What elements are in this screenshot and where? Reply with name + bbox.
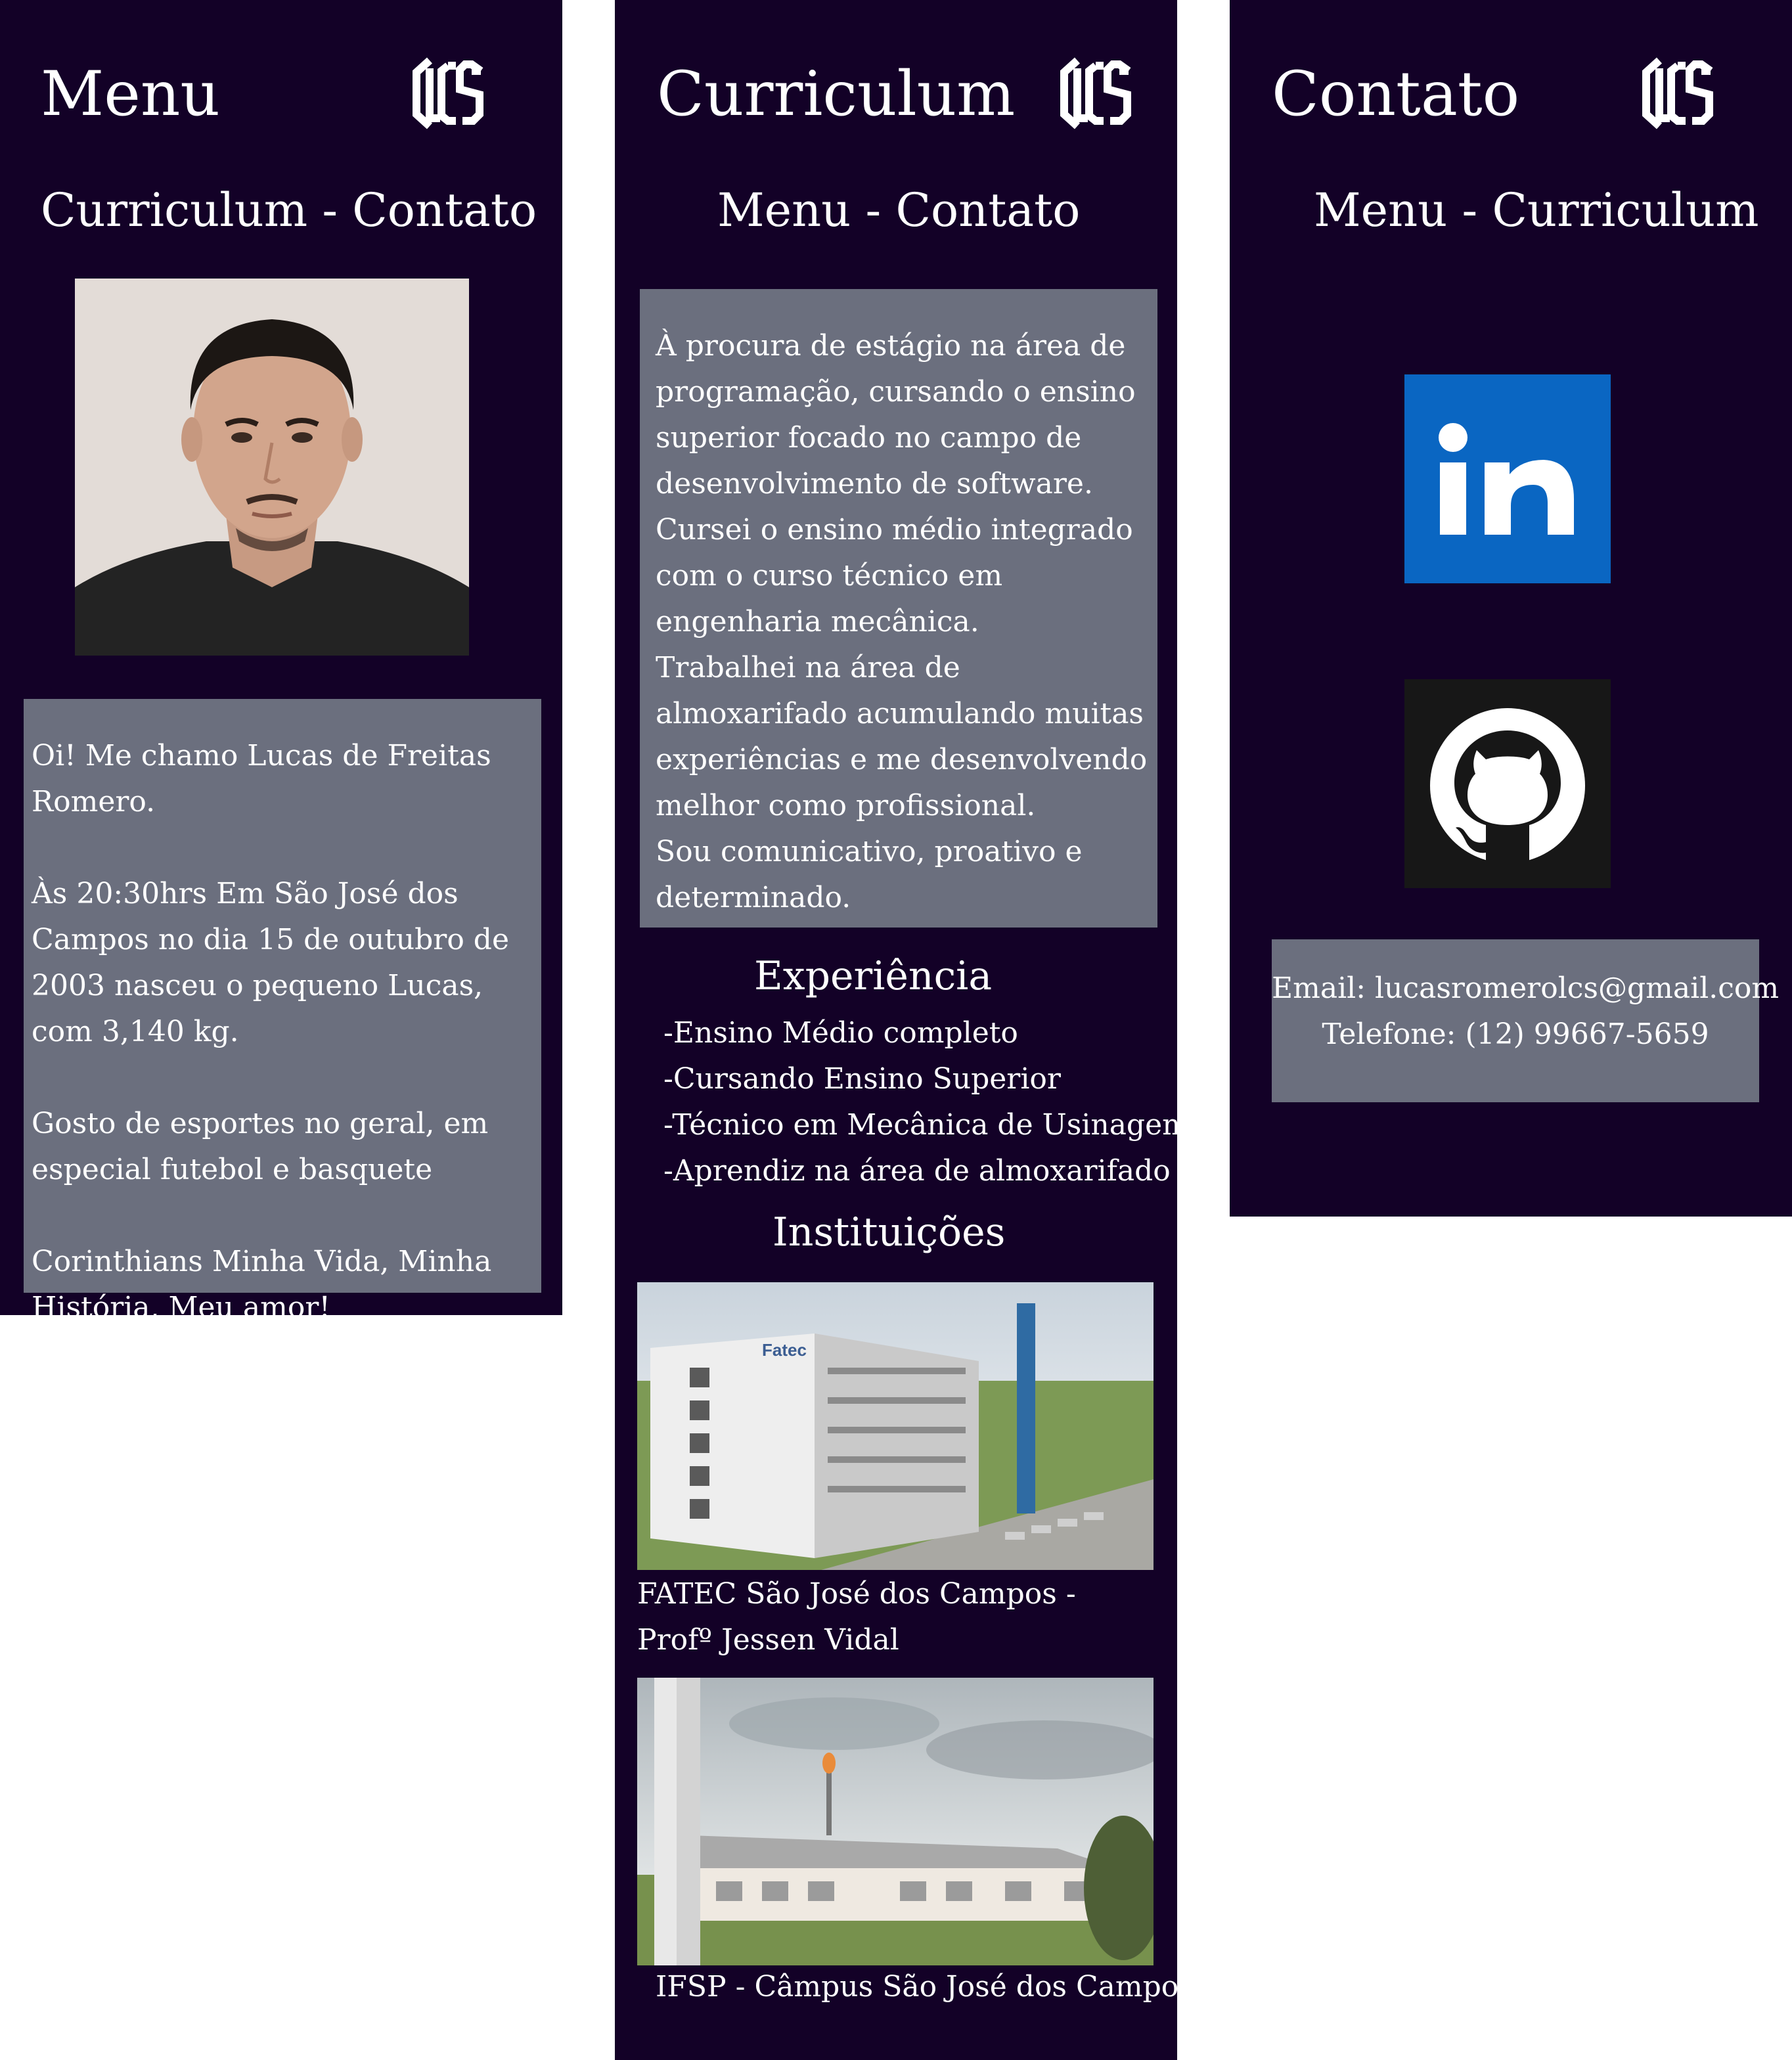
- institution-caption: IFSP - Câmpus São José dos Campos: [656, 1970, 1194, 2004]
- curriculum-panel: Curriculum Menu - Contato À procura de e…: [615, 0, 1194, 2060]
- summary-text: À procura de estágio na área de programa…: [656, 329, 1148, 914]
- experience-item: -Cursando Ensino Superior: [663, 1062, 1061, 1096]
- page-title: Contato: [1272, 58, 1520, 130]
- contato-panel: Contato Menu - Curriculum Email: lucasro…: [1230, 0, 1792, 1217]
- nav-links: Curriculum - Contato: [41, 177, 537, 243]
- nav-link-menu[interactable]: Menu: [1314, 183, 1447, 237]
- nav-separator: -: [307, 183, 353, 237]
- experience-item: -Aprendiz na área de almoxarifado: [663, 1154, 1171, 1188]
- page-title: Curriculum: [657, 58, 1016, 130]
- menu-panel: Menu Curriculum - Contato Oi! Me chamo L…: [0, 0, 562, 1324]
- linkedin-icon[interactable]: [1404, 374, 1611, 583]
- bio-card: Oi! Me chamo Lucas de Freitas Romero. Às…: [24, 699, 541, 1324]
- bio-text: Oi! Me chamo Lucas de Freitas Romero. Às…: [32, 739, 510, 1324]
- contact-card: Email: lucasromerolcs@gmail.com Telefone…: [1272, 939, 1779, 1102]
- nav-separator: -: [1447, 183, 1492, 237]
- nav-link-curriculum[interactable]: Curriculum: [41, 183, 307, 237]
- institution-caption: FATEC São José dos Campos - Profº Jessen…: [637, 1577, 1076, 1657]
- nav-separator: -: [851, 183, 896, 237]
- institutions-heading: Instituições: [773, 1209, 1006, 1255]
- experience-item: -Técnico em Mecânica de Usinagem: [663, 1108, 1190, 1142]
- experience-item: -Ensino Médio completo: [663, 1016, 1018, 1050]
- fatec-sign-text: Fatec: [762, 1340, 807, 1360]
- profile-photo: [75, 279, 469, 656]
- summary-card: À procura de estágio na área de programa…: [640, 289, 1157, 928]
- github-icon[interactable]: [1404, 679, 1611, 888]
- nav-links: Menu - Curriculum: [1314, 177, 1759, 243]
- email-text[interactable]: Email: lucasromerolcs@gmail.com: [1272, 966, 1779, 1012]
- lcs-monogram-icon: [407, 51, 491, 135]
- nav-link-menu[interactable]: Menu: [717, 183, 851, 237]
- experience-heading: Experiência: [754, 953, 993, 999]
- nav-links: Menu - Contato: [717, 177, 1080, 243]
- phone-text: Telefone: (12) 99667-5659: [1322, 1018, 1709, 1051]
- nav-link-contato[interactable]: Contato: [895, 183, 1080, 237]
- lcs-monogram-icon: [1055, 51, 1139, 135]
- ifsp-photo: [637, 1678, 1154, 1965]
- lcs-monogram-icon: [1637, 51, 1721, 135]
- nav-link-contato[interactable]: Contato: [352, 183, 537, 237]
- fatec-photo: Fatec: [637, 1282, 1154, 1570]
- nav-link-curriculum[interactable]: Curriculum: [1492, 183, 1758, 237]
- page-title: Menu: [41, 58, 220, 130]
